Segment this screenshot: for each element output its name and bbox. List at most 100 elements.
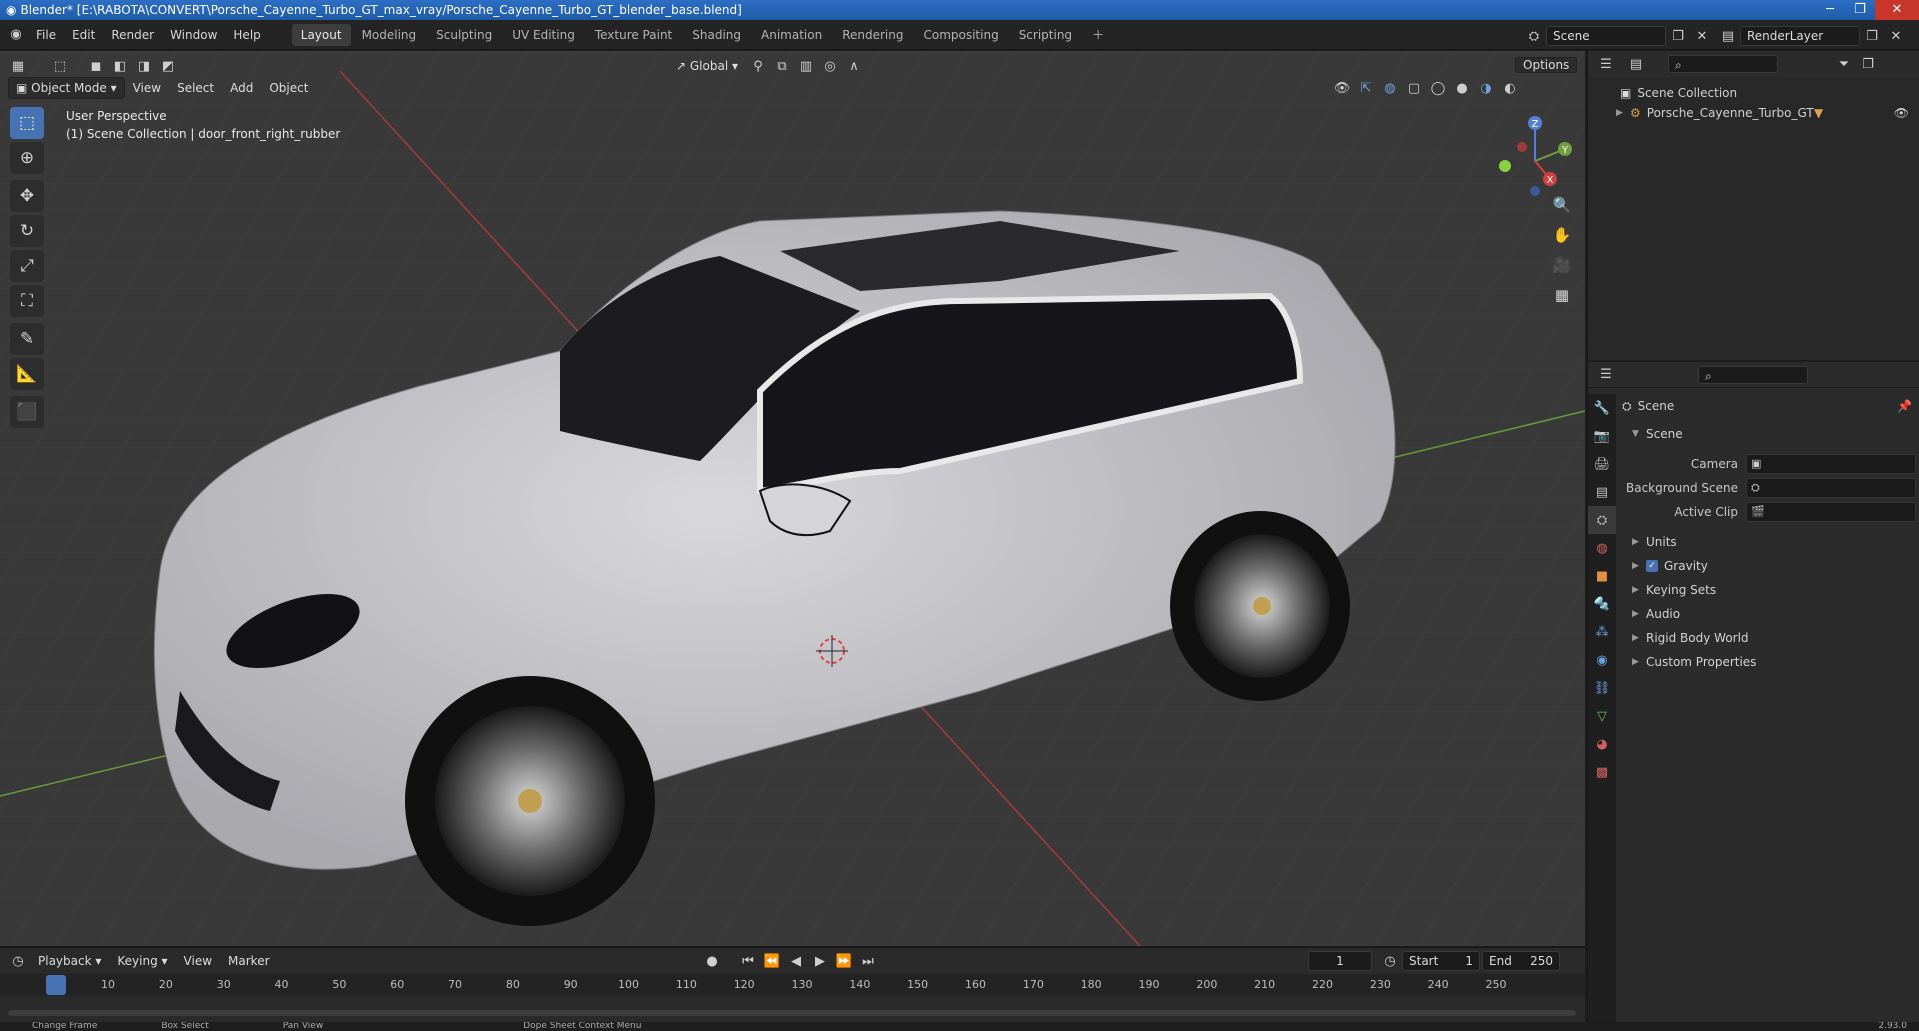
tab-constraints[interactable]: ⛓ <box>1588 674 1616 702</box>
select-mode-invert-icon[interactable]: ◩ <box>156 55 180 77</box>
menu-view[interactable]: View <box>125 77 169 99</box>
renderlayer-field[interactable]: RenderLayer <box>1740 26 1860 46</box>
tab-scripting[interactable]: Scripting <box>1010 24 1081 46</box>
add-workspace-button[interactable]: ＋ <box>1083 24 1113 46</box>
pan-icon[interactable]: ✋ <box>1548 221 1576 249</box>
minimize-button[interactable]: ─ <box>1815 0 1845 20</box>
outliner-scene-collection[interactable]: ▣ Scene Collection <box>1588 83 1919 103</box>
tab-tool[interactable]: 🔧 <box>1588 394 1616 422</box>
material-shading-icon[interactable]: ◑ <box>1474 77 1498 99</box>
record-icon[interactable]: ● <box>700 950 724 972</box>
rendered-shading-icon[interactable]: ◐ <box>1498 77 1522 99</box>
tab-rendering[interactable]: Rendering <box>833 24 912 46</box>
outliner-editor-type-icon[interactable]: ☰ <box>1594 53 1618 75</box>
tab-sculpting[interactable]: Sculpting <box>427 24 501 46</box>
scene-field[interactable]: Scene <box>1546 26 1666 46</box>
tab-scene[interactable]: ⛭ <box>1588 506 1616 534</box>
panel-units[interactable]: ▶ Units <box>1622 530 1918 554</box>
panel-audio[interactable]: ▶ Audio <box>1622 602 1918 626</box>
panel-rigid-body-world[interactable]: ▶ Rigid Body World <box>1622 626 1918 650</box>
select-mode-extend-icon[interactable]: ◧ <box>108 55 132 77</box>
tab-uv-editing[interactable]: UV Editing <box>503 24 584 46</box>
tab-texture[interactable]: ▩ <box>1588 758 1616 786</box>
tab-shading[interactable]: Shading <box>683 24 750 46</box>
menu-render[interactable]: Render <box>103 20 162 50</box>
scene-copy-icon[interactable]: ❐ <box>1666 25 1690 47</box>
menu-keying[interactable]: Keying ▾ <box>109 950 175 972</box>
display-mode-icon[interactable]: ▤ <box>1624 53 1648 75</box>
measure-tool[interactable]: 📐 <box>10 358 44 390</box>
pivot-icon[interactable]: ⚲ <box>746 55 770 77</box>
menu-file[interactable]: File <box>28 20 64 50</box>
end-frame-field[interactable]: End 250 <box>1482 951 1560 971</box>
prev-keyframe-icon[interactable]: ⏪ <box>760 950 784 972</box>
renderlayer-copy-icon[interactable]: ❐ <box>1860 25 1884 47</box>
overlay-toggle-icon[interactable]: ◍ <box>1378 77 1402 99</box>
panel-keying-sets[interactable]: ▶ Keying Sets <box>1622 578 1918 602</box>
outliner-search-input[interactable]: ⌕ <box>1668 55 1778 73</box>
renderlayer-browse-icon[interactable]: ▤ <box>1716 25 1740 47</box>
tab-layout[interactable]: Layout <box>291 23 351 46</box>
visibility-icon[interactable]: 👁 <box>1330 77 1354 99</box>
blender-menu-icon[interactable]: ◉ <box>4 24 28 46</box>
cursor-tool[interactable]: ⊕ <box>10 142 44 174</box>
solid-shading-icon[interactable]: ● <box>1450 77 1474 99</box>
timeline-scrollbar[interactable] <box>8 1010 1576 1016</box>
jump-end-icon[interactable]: ⏭ <box>856 950 880 972</box>
proportional-edit-icon[interactable]: ◎ <box>818 55 842 77</box>
tab-particles[interactable]: ⁂ <box>1588 618 1616 646</box>
next-keyframe-icon[interactable]: ⏩ <box>832 950 856 972</box>
gizmo-toggle-icon[interactable]: ⇱ <box>1354 77 1378 99</box>
outliner-item-porsche[interactable]: ▶ ⚙ Porsche_Cayenne_Turbo_GT ▼ 👁 <box>1588 103 1919 123</box>
select-tool-icon[interactable]: ⬚ <box>48 55 72 77</box>
scale-tool[interactable]: ⤢ <box>10 250 44 282</box>
mode-dropdown[interactable]: ▣ Object Mode ▾ <box>8 77 125 99</box>
expand-arrow-icon[interactable]: ▶ <box>1616 108 1630 118</box>
tab-object[interactable]: ■ <box>1588 562 1616 590</box>
maximize-button[interactable]: ❐ <box>1845 0 1875 20</box>
background-scene-field[interactable]: ⛭ <box>1746 478 1916 498</box>
tab-animation[interactable]: Animation <box>752 24 831 46</box>
falloff-icon[interactable]: ∧ <box>842 55 866 77</box>
menu-window[interactable]: Window <box>162 20 225 50</box>
editor-type-icon[interactable]: ▦ <box>6 55 30 77</box>
panel-custom-properties[interactable]: ▶ Custom Properties <box>1622 650 1918 674</box>
play-reverse-icon[interactable]: ◀ <box>784 950 808 972</box>
select-mode-new-icon[interactable]: ◼ <box>84 55 108 77</box>
visibility-eye-icon[interactable]: 👁 <box>1894 106 1909 120</box>
ortho-toggle-icon[interactable]: ▦ <box>1548 281 1576 309</box>
xray-icon[interactable]: ▢ <box>1402 77 1426 99</box>
menu-help[interactable]: Help <box>225 20 268 50</box>
timeline-editor-type-icon[interactable]: ◷ <box>6 950 30 972</box>
options-dropdown[interactable]: Options <box>1515 57 1578 73</box>
menu-object[interactable]: Object <box>261 77 316 99</box>
panel-scene[interactable]: ▼ Scene <box>1622 422 1918 446</box>
current-frame-field[interactable]: 1 <box>1308 951 1372 971</box>
tab-world[interactable]: ◍ <box>1588 534 1616 562</box>
properties-editor-type-icon[interactable]: ☰ <box>1594 364 1618 386</box>
gravity-checkbox[interactable]: ✓ <box>1646 560 1658 572</box>
move-tool[interactable]: ✥ <box>10 180 44 212</box>
renderlayer-delete-icon[interactable]: ✕ <box>1884 25 1908 47</box>
orientation-dropdown[interactable]: ↗ Global ▾ <box>668 55 746 77</box>
pin-icon[interactable]: 📌 <box>1897 399 1912 413</box>
select-box-tool[interactable]: ⬚ <box>10 107 44 139</box>
rotate-tool[interactable]: ↻ <box>10 215 44 247</box>
menu-add[interactable]: Add <box>222 77 261 99</box>
panel-gravity[interactable]: ▶ ✓ Gravity <box>1622 554 1918 578</box>
close-button[interactable]: ✕ <box>1875 0 1919 20</box>
playhead[interactable] <box>46 975 66 995</box>
wireframe-shading-icon[interactable]: ◯ <box>1426 77 1450 99</box>
filter-icon[interactable]: ⏷ <box>1832 53 1856 75</box>
menu-select[interactable]: Select <box>169 77 222 99</box>
tab-physics[interactable]: ◉ <box>1588 646 1616 674</box>
play-icon[interactable]: ▶ <box>808 950 832 972</box>
add-cube-tool[interactable]: ⬛ <box>10 396 44 428</box>
annotate-tool[interactable]: ✎ <box>10 323 44 355</box>
tab-output[interactable]: 🖨 <box>1588 450 1616 478</box>
tab-modifiers[interactable]: 🔩 <box>1588 590 1616 618</box>
navigation-gizmo[interactable]: Z Y X <box>1490 111 1580 201</box>
menu-marker[interactable]: Marker <box>220 950 277 972</box>
select-mode-subtract-icon[interactable]: ◨ <box>132 55 156 77</box>
scene-browse-icon[interactable]: ⛭ <box>1522 25 1546 47</box>
